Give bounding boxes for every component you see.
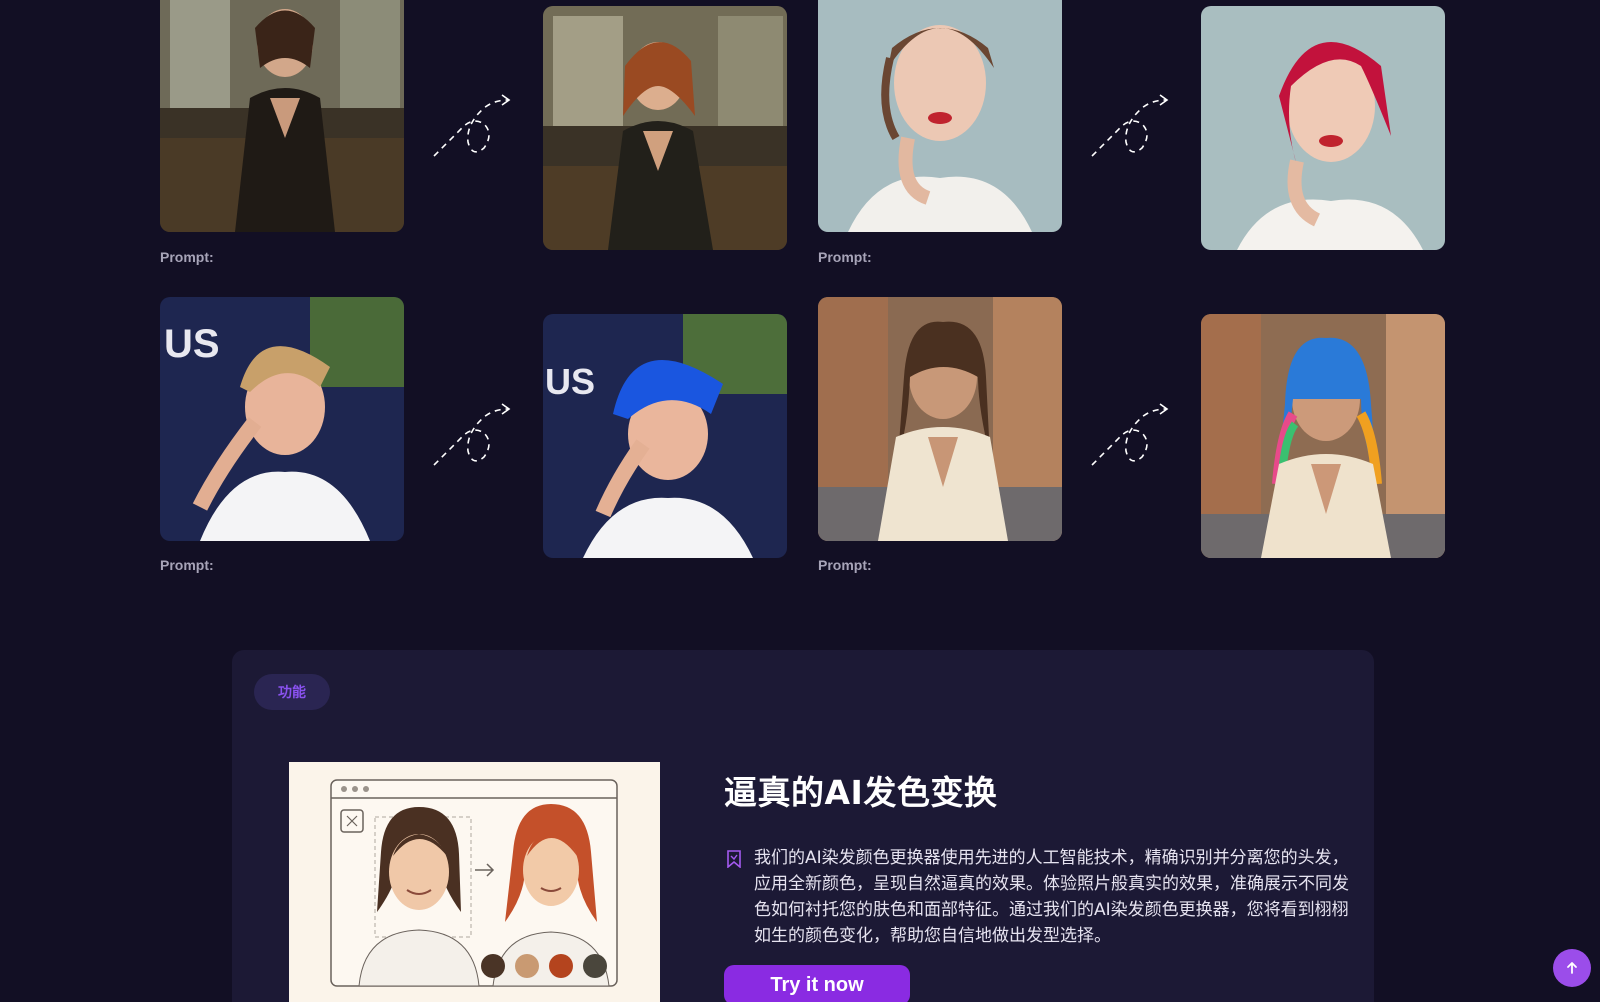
before-photo bbox=[818, 0, 1062, 232]
dashed-swirl-arrow-icon bbox=[433, 94, 511, 157]
feature-title: 逼真的AI发色变换 bbox=[724, 773, 998, 812]
prompt-label: Prompt: bbox=[160, 557, 214, 573]
back-to-top-button[interactable] bbox=[1553, 949, 1591, 987]
after-photo bbox=[543, 6, 787, 250]
feature-card: 功能 逼真的AI发色变换 我们的AI染发颜色更换器使用先进的人工智能技术，精确识… bbox=[232, 650, 1374, 1002]
after-photo bbox=[1201, 6, 1445, 250]
after-photo bbox=[1201, 314, 1445, 558]
prompt-label: Prompt: bbox=[818, 249, 872, 265]
before-photo bbox=[818, 297, 1062, 541]
prompt-label: Prompt: bbox=[818, 557, 872, 573]
dashed-swirl-arrow-icon bbox=[433, 403, 511, 466]
after-photo: US bbox=[543, 314, 787, 558]
dashed-swirl-arrow-icon bbox=[1091, 403, 1169, 466]
svg-text:US: US bbox=[164, 322, 220, 366]
feature-description: 我们的AI染发颜色更换器使用先进的人工智能技术，精确识别并分离您的头发，应用全新… bbox=[754, 848, 1349, 946]
try-it-now-button[interactable]: Try it now bbox=[724, 965, 910, 1002]
before-photo bbox=[160, 0, 404, 232]
bookmark-icon bbox=[727, 850, 741, 868]
svg-text:US: US bbox=[545, 361, 595, 402]
feature-badge: 功能 bbox=[254, 674, 330, 710]
before-photo: US bbox=[160, 297, 404, 541]
feature-illustration bbox=[289, 762, 660, 1002]
arrow-up-icon bbox=[1567, 962, 1577, 974]
prompt-label: Prompt: bbox=[160, 249, 214, 265]
dashed-swirl-arrow-icon bbox=[1091, 94, 1169, 157]
